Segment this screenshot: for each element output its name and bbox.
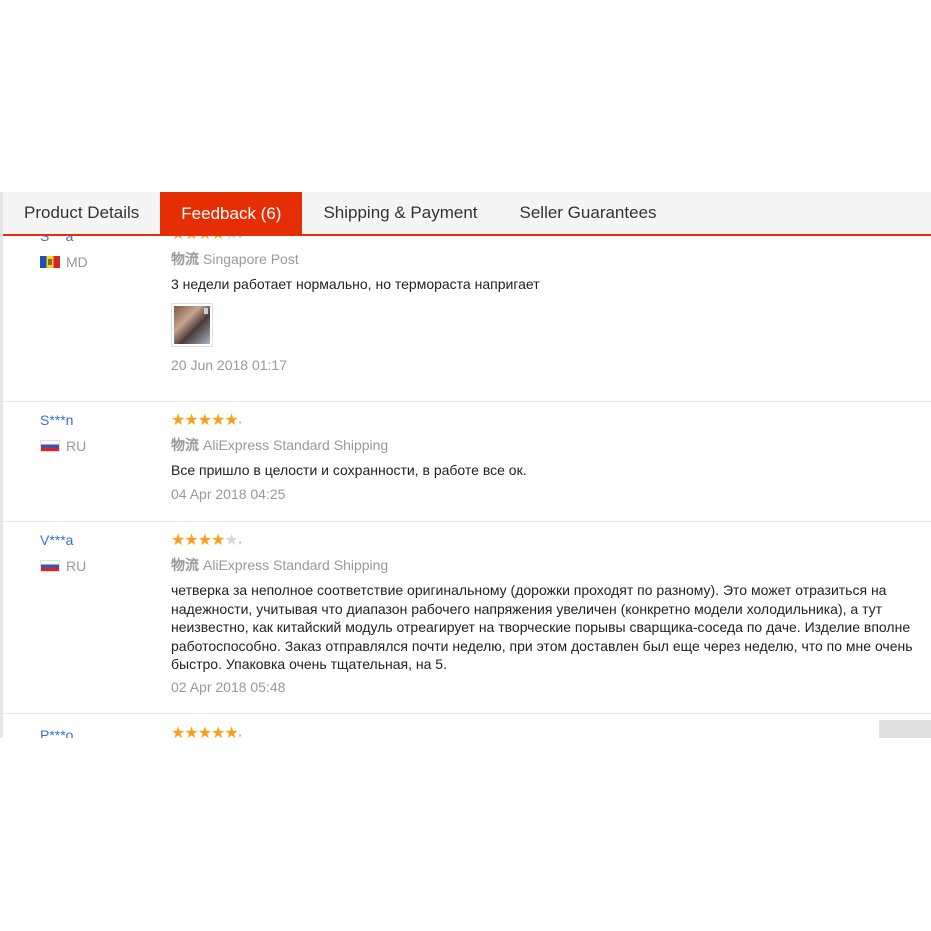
star-filled-icon: ★ xyxy=(184,725,198,739)
review-text-line: быстро. Упаковка очень тщательная, на 5. xyxy=(171,656,447,672)
review-text-line: надежности, учитывая что диапазон рабоче… xyxy=(171,600,883,617)
reviewer-country: RU xyxy=(40,558,86,574)
star-filled-icon: ★ xyxy=(198,236,212,243)
country-code: RU xyxy=(66,438,87,454)
review-content: ★★★★★▪ 物流Singapore Post 3 недели работае… xyxy=(171,236,931,374)
review-text-line: Все пришло в целости и сохранности, в ра… xyxy=(171,462,527,478)
review-date: 04 Apr 2018 04:25 xyxy=(171,485,286,502)
review-user: S***n RU xyxy=(40,411,86,454)
logistics-tag: 物流 xyxy=(171,251,199,267)
reviewer-name[interactable]: S***a xyxy=(40,236,88,245)
tab-product-details[interactable]: Product Details xyxy=(3,192,160,234)
review-item: P***o ★★★★★▪ xyxy=(3,714,931,739)
star-filled-icon: ★ xyxy=(171,412,185,429)
review-text-line: неизвестно, как китайский модуль отреаги… xyxy=(171,619,911,635)
review-user: V***a RU xyxy=(40,531,86,574)
review-date: 20 Jun 2018 01:17 xyxy=(171,356,287,373)
product-tabs-panel: Product Details Feedback (6) Shipping & … xyxy=(0,192,931,738)
shipping-method: 物流 AliExpress Standard Shipping xyxy=(171,436,931,454)
review-text: 3 недели работает нормально, но терморас… xyxy=(171,275,931,294)
star-filled-icon: ★ xyxy=(184,236,198,243)
review-photo-thumbnail[interactable] xyxy=(171,302,213,347)
star-filled-icon: ★ xyxy=(197,725,212,739)
star-empty-icon: ★ xyxy=(224,532,238,549)
review-user: P***o xyxy=(40,726,73,738)
star-filled-icon: ★ xyxy=(211,725,225,739)
star-rating: ★★★★★▪ xyxy=(171,725,931,739)
reviewer-country: MD xyxy=(40,254,88,270)
reviewer-name[interactable]: S***n xyxy=(40,411,86,429)
rating-tail-icon: ▪ xyxy=(238,418,242,427)
shipping-method: 物流 Singapore Post xyxy=(171,250,931,268)
rating-tail-icon: ▪ xyxy=(238,236,242,241)
reviewer-name[interactable]: P***o xyxy=(40,726,73,738)
logistics-tag: 物流 xyxy=(171,557,199,573)
review-item: V***a RU ★★★★★▪ 物流 AliExpress Standard Sh… xyxy=(3,521,931,714)
reviewer-country: RU xyxy=(40,438,86,454)
star-filled-icon: ★ xyxy=(224,725,238,739)
tab-feedback[interactable]: Feedback (6) xyxy=(160,192,303,236)
flag-ru-icon xyxy=(40,560,60,572)
country-code: MD xyxy=(66,254,88,270)
star-filled-icon: ★ xyxy=(211,236,225,243)
review-item: S***a MD ★★★★★▪ 物流Singapore Post 3 недел… xyxy=(3,236,931,402)
star-rating: ★★★★★▪ xyxy=(171,533,931,549)
star-filled-icon: ★ xyxy=(171,532,185,549)
review-text-line: четверка за неполное соответствие оригин… xyxy=(171,582,887,598)
review-item: S***n RU ★★★★★▪ 物流 AliExpress Standard Sh… xyxy=(3,401,931,522)
tab-bar: Product Details Feedback (6) Shipping & … xyxy=(3,192,931,236)
star-filled-icon: ★ xyxy=(171,725,185,739)
floating-side-button[interactable] xyxy=(879,720,931,738)
photo-overlay-icon xyxy=(204,307,208,314)
rating-tail-icon: ▪ xyxy=(238,538,242,547)
shipping-method-name: AliExpress Standard Shipping xyxy=(203,557,389,573)
star-filled-icon: ★ xyxy=(197,532,212,549)
star-filled-icon: ★ xyxy=(184,532,198,549)
review-date: 02 Apr 2018 05:48 xyxy=(171,678,286,695)
reviewer-name[interactable]: V***a xyxy=(40,531,86,549)
star-filled-icon: ★ xyxy=(211,532,225,549)
feedback-list: S***a MD ★★★★★▪ 物流Singapore Post 3 недел… xyxy=(3,236,931,738)
star-filled-icon: ★ xyxy=(184,412,198,429)
flag-md-icon xyxy=(40,256,60,268)
review-text: четверка за неполное соответствие оригин… xyxy=(171,581,931,674)
tab-seller-guarantees[interactable]: Seller Guarantees xyxy=(499,192,678,234)
country-code: RU xyxy=(66,558,87,574)
star-filled-icon: ★ xyxy=(197,412,212,429)
star-filled-icon: ★ xyxy=(224,412,238,429)
review-text: Все пришло в целости и сохранности, в ра… xyxy=(171,461,931,480)
logistics-tag: 物流 xyxy=(171,437,199,453)
star-rating: ★★★★★▪ xyxy=(171,413,931,429)
rating-tail-icon: ▪ xyxy=(238,731,242,738)
star-filled-icon: ★ xyxy=(211,412,225,429)
review-user: S***a MD xyxy=(40,236,88,270)
shipping-method-name: AliExpress Standard Shipping xyxy=(203,437,389,453)
tab-shipping-payment[interactable]: Shipping & Payment xyxy=(302,192,498,234)
shipping-method-name: Singapore Post xyxy=(203,251,299,267)
review-content: ★★★★★▪ 物流 AliExpress Standard Shipping Вс… xyxy=(171,413,931,503)
star-filled-icon: ★ xyxy=(171,236,185,243)
star-empty-icon: ★ xyxy=(224,236,238,243)
review-text-line: работоспособно. Заказ отправлялся почти … xyxy=(171,637,913,654)
review-content: ★★★★★▪ 物流 AliExpress Standard Shipping че… xyxy=(171,533,931,696)
flag-ru-icon xyxy=(40,440,60,452)
star-rating: ★★★★★▪ xyxy=(171,236,931,243)
shipping-method: 物流 AliExpress Standard Shipping xyxy=(171,556,931,574)
review-content: ★★★★★▪ xyxy=(171,725,931,739)
review-text-line: 3 недели работает нормально, но терморас… xyxy=(171,276,540,292)
